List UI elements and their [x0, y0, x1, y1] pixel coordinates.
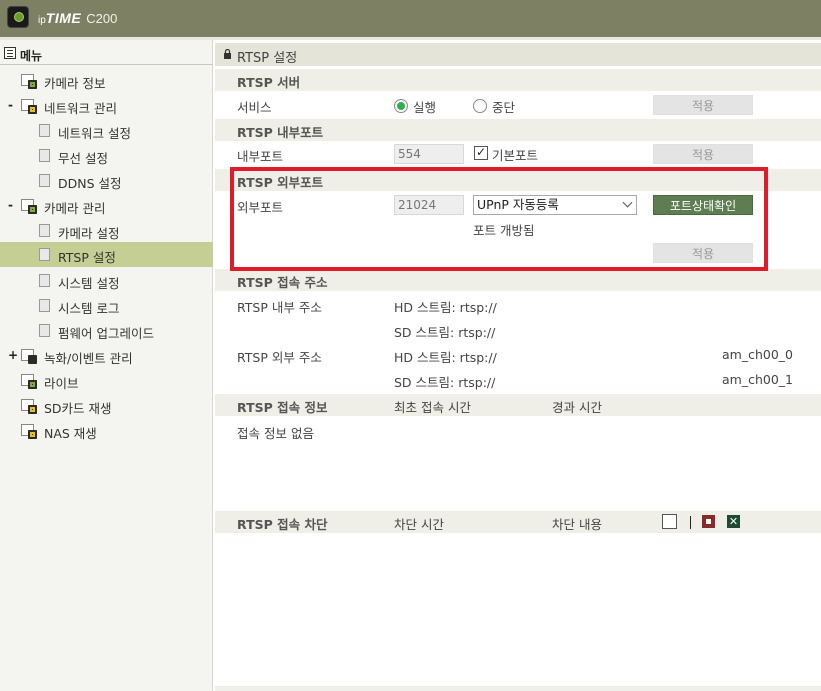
- sidebar-item-camera-management[interactable]: - 카메라 관리: [0, 193, 213, 218]
- sidebar-item-live[interactable]: 라이브: [0, 368, 213, 393]
- external-hd-stream: HD 스트림: rtsp://: [394, 350, 497, 365]
- sidebar-item-rtsp-settings[interactable]: RTSP 설정: [0, 242, 213, 267]
- section-rtsp-block: RTSP 접속 차단 차단 시간 차단 내용 ✕: [215, 511, 821, 533]
- sidebar-item-network-settings[interactable]: 네트워크 설정: [0, 118, 213, 143]
- network-folder-icon: [21, 99, 37, 114]
- section-rtsp-server: RTSP 서버: [215, 69, 821, 91]
- camera-logo-icon: [7, 6, 29, 28]
- chart-folder-icon: [21, 349, 37, 364]
- highlight-box: [230, 167, 768, 271]
- section-rtsp-access-info: RTSP 접속 정보 최초 접속 시간 경과 시간: [215, 394, 821, 416]
- page-icon: [39, 324, 50, 337]
- collapse-icon[interactable]: -: [8, 98, 13, 112]
- play-folder-icon: [21, 424, 37, 439]
- internal-hd-stream: HD 스트림: rtsp://: [394, 300, 497, 315]
- page-title-bar: RTSP 설정: [215, 43, 821, 66]
- model-name: C200: [86, 11, 118, 26]
- top-bar: ipTIME C200: [0, 0, 821, 37]
- col-block-content: 차단 내용: [552, 517, 602, 532]
- page-icon: [39, 174, 50, 187]
- select-all-checkbox[interactable]: [662, 514, 677, 529]
- sidebar-item-firmware-upgrade[interactable]: 펌웨어 업그레이드: [0, 318, 213, 343]
- col-elapsed: 경과 시간: [552, 400, 602, 415]
- expand-icon[interactable]: +: [8, 348, 18, 362]
- service-stop-radio[interactable]: [473, 99, 487, 113]
- sidebar-item-sd-playback[interactable]: SD카드 재생: [0, 393, 213, 418]
- internal-port-input[interactable]: 554: [394, 144, 464, 164]
- page-title: RTSP 설정: [237, 51, 298, 66]
- section-rtsp-address: RTSP 접속 주소: [215, 269, 821, 291]
- page-icon: [39, 149, 50, 162]
- sidebar-item-network-management[interactable]: - 네트워크 관리: [0, 93, 213, 118]
- page-icon: [39, 274, 50, 287]
- sidebar-item-recording-event[interactable]: + 녹화/이벤트 관리: [0, 343, 213, 368]
- delete-icon[interactable]: ✕: [727, 515, 740, 528]
- service-run-radio[interactable]: [394, 99, 408, 113]
- camera-folder-icon: [21, 199, 37, 214]
- server-apply-button[interactable]: 적용: [653, 95, 753, 115]
- bottom-bar: [215, 686, 821, 691]
- page-icon: [39, 224, 50, 237]
- camera-folder-icon: [21, 74, 37, 89]
- no-access-info: 접속 정보 없음: [237, 426, 314, 441]
- sidebar-item-system-log[interactable]: 시스템 로그: [0, 293, 213, 318]
- brand-logo: ipTIME C200: [38, 10, 118, 26]
- menu-header: 메뉴: [0, 43, 213, 65]
- play-folder-icon: [21, 399, 37, 414]
- external-sd-stream-suffix: am_ch00_1: [722, 372, 793, 387]
- internal-sd-stream: SD 스트림: rtsp://: [394, 325, 496, 340]
- default-port-checkbox[interactable]: [474, 145, 488, 160]
- sidebar-item-ddns-settings[interactable]: DDNS 설정: [0, 168, 213, 193]
- main-content: RTSP 설정 RTSP 서버 서비스 실행 중단 적용 RTSP 내부포트 내…: [215, 40, 821, 691]
- internal-apply-button[interactable]: 적용: [653, 144, 753, 164]
- sidebar-item-camera-info[interactable]: 카메라 정보: [0, 68, 213, 93]
- lock-icon: [224, 49, 231, 59]
- page-icon: [39, 124, 50, 137]
- collapse-icon[interactable]: -: [8, 198, 13, 212]
- divider: [690, 516, 691, 529]
- col-first-access: 최초 접속 시간: [394, 400, 471, 415]
- col-block-time: 차단 시간: [394, 517, 444, 532]
- sidebar-item-nas-playback[interactable]: NAS 재생: [0, 418, 213, 443]
- external-sd-stream: SD 스트림: rtsp://: [394, 375, 496, 390]
- sidebar-item-system-settings[interactable]: 시스템 설정: [0, 268, 213, 293]
- page-icon: [39, 248, 50, 261]
- lock-icon[interactable]: [702, 515, 715, 528]
- live-folder-icon: [21, 374, 37, 389]
- section-rtsp-internal-port: RTSP 내부포트: [215, 119, 821, 141]
- menu-icon: [4, 47, 16, 59]
- external-hd-stream-suffix: am_ch00_0: [722, 347, 793, 362]
- sidebar: 메뉴 카메라 정보 - 네트워크 관리 네트워크 설정 무선 설정 DDNS 설…: [0, 40, 213, 691]
- sidebar-item-camera-settings[interactable]: 카메라 설정: [0, 218, 213, 243]
- sidebar-item-wireless-settings[interactable]: 무선 설정: [0, 143, 213, 168]
- page-icon: [39, 299, 50, 312]
